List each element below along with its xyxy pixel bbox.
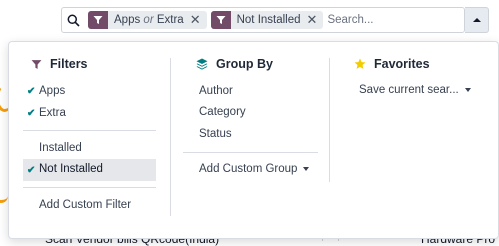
chevron-down-icon bbox=[303, 166, 310, 171]
search-input[interactable] bbox=[327, 14, 423, 26]
group-by-header: Group By bbox=[196, 57, 273, 71]
add-custom-group[interactable]: Add Custom Group bbox=[199, 163, 310, 175]
search-options-toggle[interactable] bbox=[465, 7, 489, 33]
column-separator bbox=[329, 58, 330, 182]
group-by-status[interactable]: Status bbox=[199, 128, 232, 140]
add-custom-group-label: Add Custom Group bbox=[199, 163, 298, 175]
filter-apps[interactable]: Apps bbox=[39, 85, 65, 97]
divider bbox=[23, 130, 156, 131]
favorites-title: Favorites bbox=[374, 57, 430, 71]
facet-value: Extra bbox=[156, 14, 184, 26]
check-icon: ✔ bbox=[27, 86, 36, 97]
facet-value: Apps bbox=[114, 14, 141, 26]
search-bar[interactable]: Apps or Extra ✕ Not Installed ✕ bbox=[61, 7, 465, 33]
close-icon[interactable]: ✕ bbox=[307, 12, 324, 28]
filter-not-installed[interactable]: Not Installed bbox=[39, 163, 103, 175]
search-options-panel: Filters ✔ Apps ✔ Extra Installed ✔ Not I… bbox=[8, 41, 499, 239]
add-custom-filter[interactable]: Add Custom Filter bbox=[39, 199, 131, 211]
group-by-category[interactable]: Category bbox=[199, 106, 246, 118]
layers-icon bbox=[196, 58, 208, 70]
filter-icon bbox=[31, 59, 42, 70]
app-logo-fragment-2 bbox=[0, 188, 8, 203]
chevron-down-icon bbox=[464, 87, 471, 92]
filter-icon bbox=[88, 11, 108, 29]
filter-facet-not-installed: Not Installed ✕ bbox=[210, 11, 324, 29]
filter-facet-apps-extra: Apps or Extra ✕ bbox=[88, 11, 207, 29]
facet-separator: or bbox=[143, 14, 154, 26]
check-icon: ✔ bbox=[27, 165, 36, 176]
column-separator bbox=[170, 58, 171, 216]
group-by-author[interactable]: Author bbox=[199, 85, 233, 97]
facet-value: Not Installed bbox=[236, 14, 301, 26]
group-by-title: Group By bbox=[216, 57, 273, 71]
filters-title: Filters bbox=[50, 57, 88, 71]
save-current-search[interactable]: Save current sear... bbox=[359, 84, 471, 96]
search-icon bbox=[62, 8, 84, 32]
filters-header: Filters bbox=[31, 57, 88, 71]
star-icon bbox=[354, 58, 366, 70]
caret-up-icon bbox=[472, 18, 481, 22]
favorites-header: Favorites bbox=[354, 57, 430, 71]
save-current-search-label: Save current sear... bbox=[359, 84, 459, 96]
divider bbox=[23, 187, 156, 188]
check-icon: ✔ bbox=[27, 108, 36, 119]
filter-extra[interactable]: Extra bbox=[39, 107, 66, 119]
divider bbox=[183, 152, 318, 153]
close-icon[interactable]: ✕ bbox=[190, 12, 207, 28]
filter-icon bbox=[210, 11, 231, 29]
filter-installed[interactable]: Installed bbox=[39, 142, 82, 154]
